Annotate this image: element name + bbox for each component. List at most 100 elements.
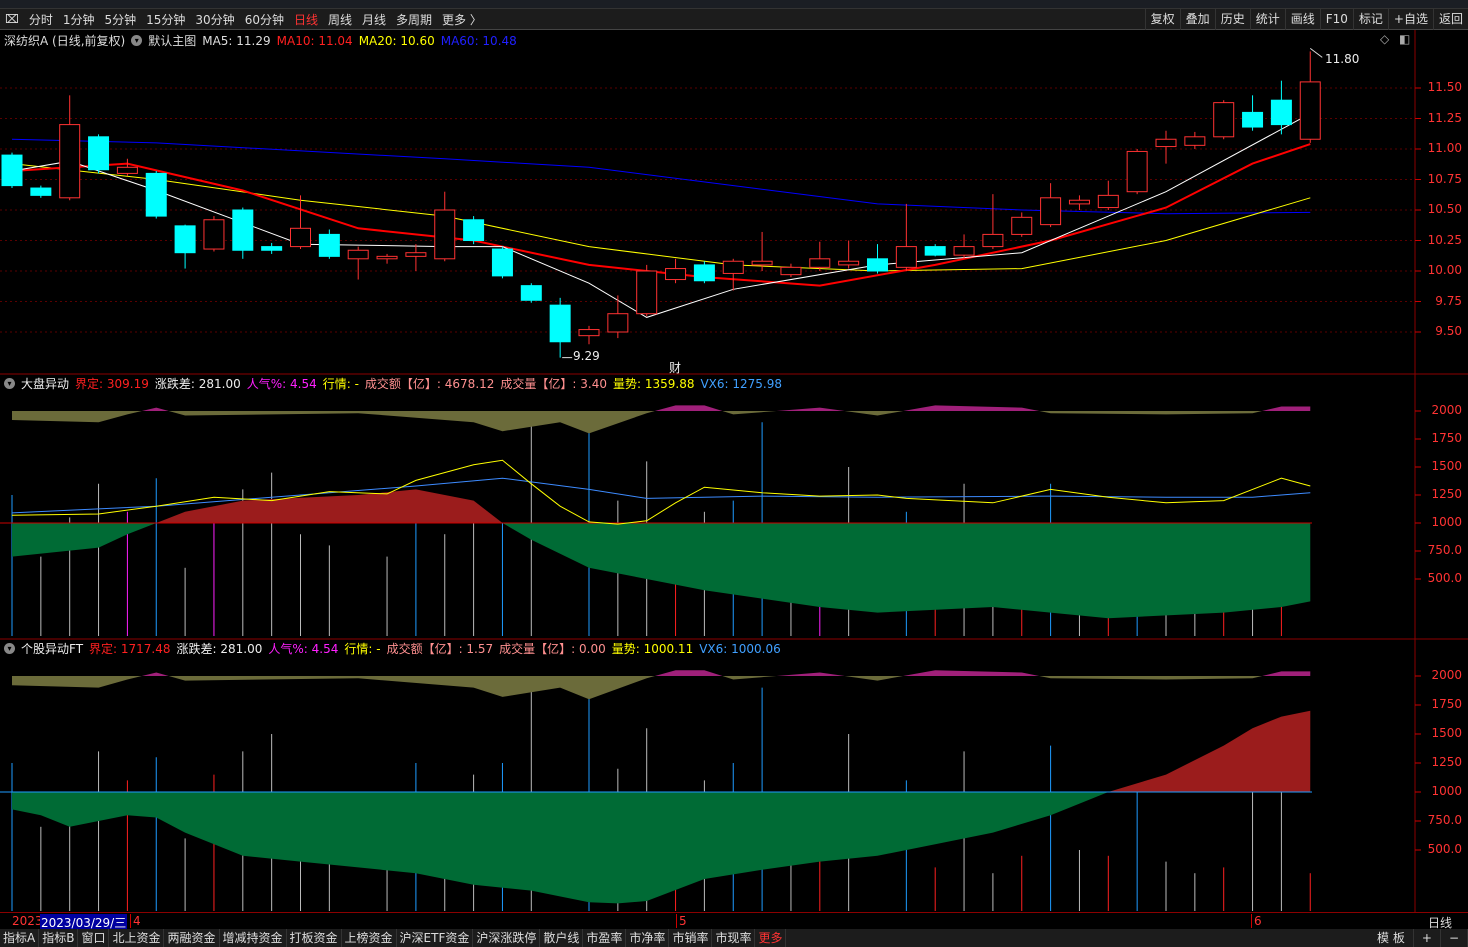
y-tick-label: 1500 xyxy=(1431,459,1462,473)
chart-canvas[interactable] xyxy=(0,0,1468,947)
template-button[interactable]: 模 板 xyxy=(1369,929,1414,947)
month-label: 5 xyxy=(676,914,687,928)
y-tick-label: 9.75 xyxy=(1435,293,1462,308)
candle-down xyxy=(261,246,283,251)
y-tick-label: 1750 xyxy=(1431,697,1462,711)
indicator-tab[interactable]: 市销率 xyxy=(669,929,713,947)
candle-up xyxy=(1126,150,1148,193)
candle-up xyxy=(1299,81,1321,140)
y-tick-label: 1250 xyxy=(1431,755,1462,769)
candle-up xyxy=(1097,194,1119,209)
candle-up xyxy=(578,329,600,337)
candle-down xyxy=(1,154,23,187)
indicator-tab[interactable]: 北上资金 xyxy=(109,929,165,947)
indicator-tab[interactable]: 指标B xyxy=(39,929,79,947)
y-tick-label: 2000 xyxy=(1431,403,1462,417)
candle-down xyxy=(1270,99,1292,126)
finance-event-marker[interactable]: 财 xyxy=(669,359,681,376)
y-tick-label: 10.25 xyxy=(1427,232,1462,247)
y-tick-label: 2000 xyxy=(1431,668,1462,682)
y-tick-label: 10.50 xyxy=(1427,202,1462,216)
candle-up xyxy=(376,255,398,260)
year-label: 2023 xyxy=(12,914,43,928)
candle-up xyxy=(1155,138,1177,148)
indicator-tab[interactable]: 两融资金 xyxy=(164,929,220,947)
band-positive xyxy=(12,670,1311,676)
indicator-tab[interactable]: 市净率 xyxy=(626,929,670,947)
candle-up xyxy=(895,246,917,268)
candle-up xyxy=(203,219,225,250)
candle-down xyxy=(549,304,571,343)
candle-down xyxy=(1242,111,1264,128)
indicator-tab[interactable]: 增减持资金 xyxy=(220,929,287,947)
y-tick-label: 11.25 xyxy=(1427,110,1462,125)
candle-up xyxy=(751,260,773,266)
candle-up xyxy=(405,252,427,257)
y-tick-label: 9.50 xyxy=(1435,324,1462,338)
candle-up xyxy=(1213,102,1235,138)
month-label: 6 xyxy=(1251,914,1262,928)
candle-down xyxy=(867,258,888,272)
y-tick-label: 1250 xyxy=(1431,487,1462,501)
candle-down xyxy=(88,136,110,171)
zoom-out-button[interactable]: − xyxy=(1441,929,1468,947)
y-tick-label: 1500 xyxy=(1431,726,1462,740)
candle-down xyxy=(463,219,485,241)
candle-down xyxy=(232,209,254,251)
zoom-in-button[interactable]: + xyxy=(1414,929,1441,947)
candle-up xyxy=(809,258,831,268)
negative-area xyxy=(12,792,1311,904)
indicator-tab[interactable]: 沪深涨跌停 xyxy=(473,929,541,947)
candle-up xyxy=(1068,199,1090,205)
y-tick-label: 500.0 xyxy=(1427,842,1462,856)
candle-down xyxy=(145,172,167,217)
candle-up xyxy=(953,246,975,256)
indicator-tab[interactable]: 指标A xyxy=(0,929,40,947)
y-tick-label: 750.0 xyxy=(1427,813,1462,827)
low-price-label: 9.29 xyxy=(573,349,600,363)
y-tick-label: 500.0 xyxy=(1427,571,1462,585)
y-tick-label: 750.0 xyxy=(1427,543,1462,557)
candle-down xyxy=(924,246,946,256)
indicator-tab[interactable]: 市现率 xyxy=(712,929,756,947)
candle-up xyxy=(116,166,138,174)
indicator-tab[interactable]: 更多 xyxy=(755,929,787,947)
candle-up xyxy=(1011,216,1033,235)
candle-up xyxy=(665,268,687,281)
bottom-indicator-tabs: 指标A 指标B 窗口 北上资金 两融资金 增减持资金 打板资金 上榜资金 沪深ETF资金 沪深涨跌… xyxy=(0,929,1468,947)
y-tick-label: 1000 xyxy=(1431,784,1462,798)
band-positive xyxy=(12,405,1311,411)
month-label: 4 xyxy=(130,914,141,928)
candle-up xyxy=(59,124,81,199)
ma5-line xyxy=(11,113,1311,318)
indicator-tab[interactable]: 打板资金 xyxy=(287,929,342,947)
high-marker-arrow xyxy=(1309,48,1323,58)
y-tick-label: 10.75 xyxy=(1427,171,1462,186)
y-tick-label: 1750 xyxy=(1431,431,1462,445)
candle-down xyxy=(318,233,340,257)
candle-up xyxy=(607,313,629,333)
y-tick-label: 11.00 xyxy=(1427,141,1462,155)
candle-up xyxy=(434,209,456,260)
indicator-tab[interactable]: 窗口 xyxy=(78,929,110,947)
candle-down xyxy=(520,285,542,301)
indicator-tab[interactable]: 市盈率 xyxy=(583,929,627,947)
y-tick-label: 10.00 xyxy=(1427,263,1462,277)
candle-up xyxy=(780,266,802,276)
indicator-tab[interactable]: 散户线 xyxy=(540,929,584,947)
candle-down xyxy=(491,248,513,277)
candle-down xyxy=(30,187,52,196)
candle-up xyxy=(347,249,369,260)
candle-up xyxy=(838,260,860,266)
candle-up xyxy=(290,227,311,248)
indicator-tab[interactable]: 沪深ETF资金 xyxy=(397,929,474,947)
candle-up xyxy=(636,270,658,315)
candle-up xyxy=(982,233,1004,248)
candle-up xyxy=(722,260,744,274)
high-price-label: 11.80 xyxy=(1325,52,1360,66)
y-tick-label: 1000 xyxy=(1431,515,1462,529)
date-axis: 2023 2023/03/29/三 4 5 6 日线 xyxy=(0,912,1468,931)
candle-down xyxy=(174,225,196,254)
indicator-tab[interactable]: 上榜资金 xyxy=(342,929,397,947)
candle-up xyxy=(1040,197,1062,226)
